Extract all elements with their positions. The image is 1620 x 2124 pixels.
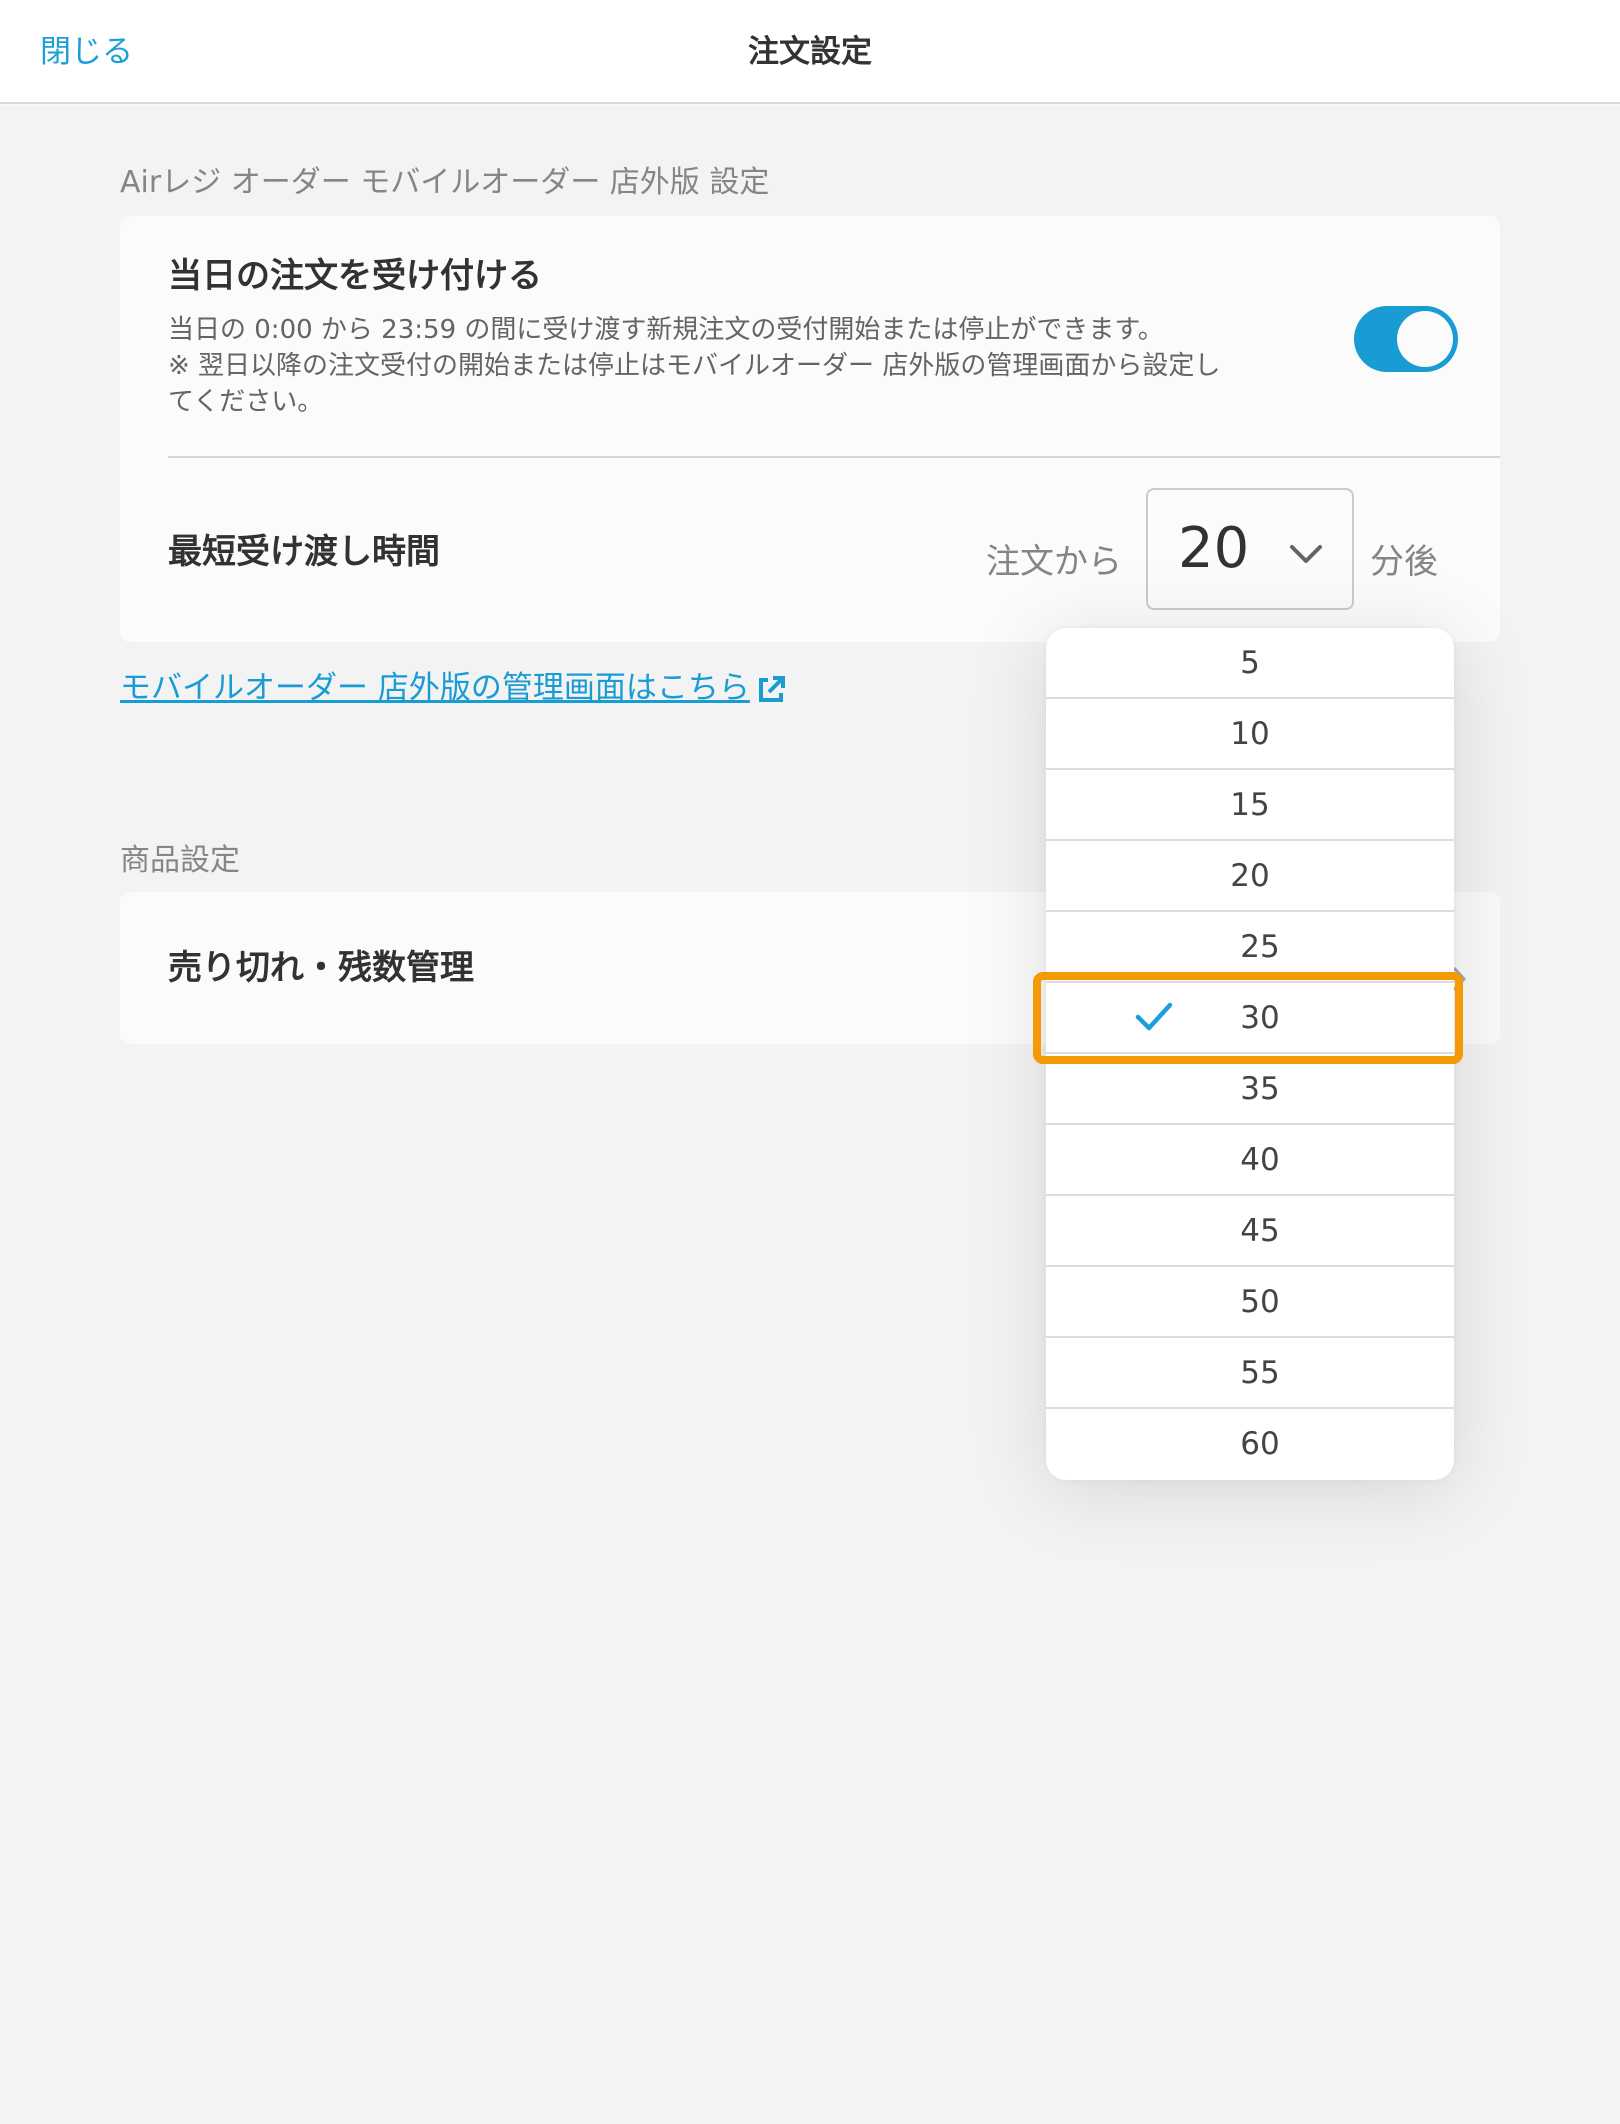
dropdown-option-25[interactable]: 25 [1046, 912, 1454, 983]
dropdown-option-5[interactable]: 5 [1046, 628, 1454, 699]
dropdown-option-20[interactable]: 20 [1046, 841, 1454, 912]
dropdown-option-60[interactable]: 60 [1046, 1409, 1454, 1480]
option-label: 50 [1240, 1284, 1280, 1320]
min-time-dropdown: 5 10 15 20 25 30 35 40 45 50 55 60 [1046, 628, 1454, 1480]
option-label: 15 [1230, 787, 1270, 823]
option-label: 55 [1240, 1355, 1280, 1391]
option-label: 5 [1240, 645, 1260, 681]
option-label: 45 [1240, 1213, 1280, 1249]
dropdown-option-55[interactable]: 55 [1046, 1338, 1454, 1409]
dropdown-option-45[interactable]: 45 [1046, 1196, 1454, 1267]
option-label: 20 [1230, 858, 1270, 894]
dropdown-option-40[interactable]: 40 [1046, 1125, 1454, 1196]
dropdown-option-15[interactable]: 15 [1046, 770, 1454, 841]
option-label: 40 [1240, 1142, 1280, 1178]
dropdown-option-30-selected[interactable]: 30 [1046, 983, 1454, 1054]
option-label: 25 [1240, 929, 1280, 965]
option-label: 35 [1240, 1071, 1280, 1107]
dropdown-option-10[interactable]: 10 [1046, 699, 1454, 770]
option-label: 10 [1230, 716, 1270, 752]
option-label: 60 [1240, 1426, 1280, 1462]
dropdown-option-50[interactable]: 50 [1046, 1267, 1454, 1338]
option-label: 30 [1240, 1000, 1280, 1036]
page-title: 注文設定 [748, 34, 872, 70]
dropdown-option-35[interactable]: 35 [1046, 1054, 1454, 1125]
nav-bar: 閉じる 注文設定 [0, 0, 1620, 104]
